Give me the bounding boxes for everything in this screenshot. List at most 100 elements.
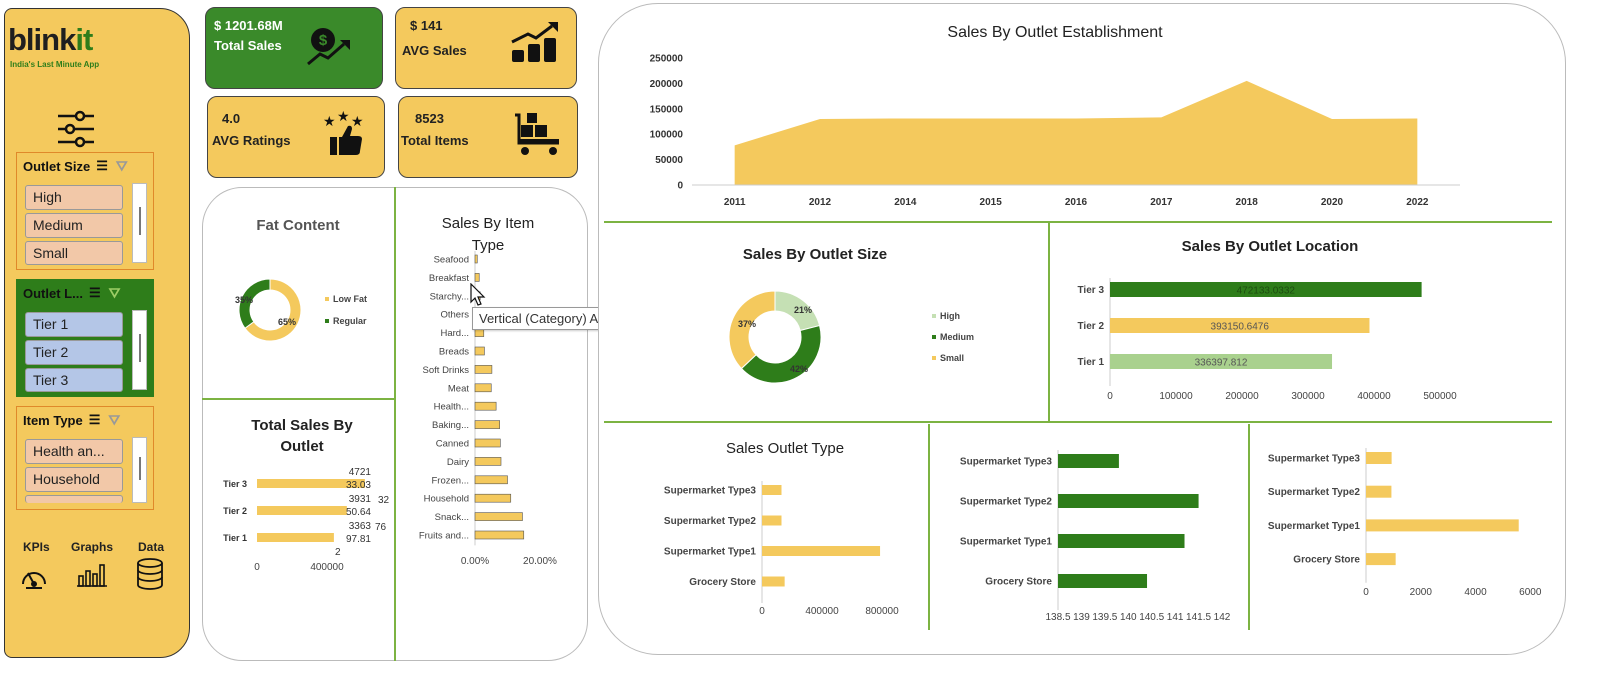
category-label: Grocery Store (1293, 555, 1360, 566)
category-label: Grocery Store (985, 577, 1052, 588)
slicer-item-partial[interactable] (25, 495, 123, 503)
slice-label: 65% (278, 317, 296, 327)
outlet-type-sales-chart[interactable]: Supermarket Type3 Supermarket Type2 Superm… (610, 474, 922, 624)
category-label: Starchy... (430, 291, 469, 302)
legend-marker (932, 356, 936, 360)
kpi-avg-sales: $ 141 AVG Sales (395, 7, 577, 89)
area-series (734, 80, 1418, 185)
bar (762, 485, 782, 495)
tick-label: 400000 (310, 562, 344, 573)
bar (474, 346, 485, 356)
outlet-type-count-chart[interactable]: Supermarket Type3 Supermarket Type2 Superm… (1254, 442, 1554, 602)
fat-content-chart[interactable]: 65% Low Fat 35% Regular (225, 270, 385, 350)
bar (1058, 454, 1119, 468)
bar (474, 512, 523, 521)
panel-divider (202, 398, 394, 400)
tick-label: 2018 (1236, 197, 1259, 208)
bar-chart-icon[interactable] (76, 562, 108, 593)
bar (474, 365, 493, 374)
category-label: Tier 3 (1078, 285, 1105, 296)
multi-select-icon[interactable]: ☰ (89, 285, 101, 301)
establishment-chart[interactable]: 0 50000 100000 150000 200000 250000 2011 2012 20… (640, 48, 1480, 218)
bar-growth-icon (510, 20, 560, 69)
bar (474, 401, 497, 411)
bar (474, 493, 512, 503)
tick-label: 0 (759, 606, 765, 617)
database-icon[interactable] (136, 558, 164, 595)
tick-label: 142 (1214, 612, 1231, 623)
nav-data-label: Data (138, 540, 165, 554)
category-label: Supermarket Type1 (664, 547, 757, 558)
tick-label: 0 (1107, 391, 1113, 402)
category-label: Meat (448, 383, 469, 394)
filter-settings-icon[interactable] (58, 110, 94, 153)
slicer-scrollbar[interactable] (132, 437, 147, 503)
tick-label: 2014 (894, 197, 917, 208)
bar (257, 533, 334, 542)
slicer-outlet-size: Outlet Size ☰ ⛛ High Medium Small (16, 152, 154, 270)
slicer-item-tier-1[interactable]: Tier 1 (25, 312, 123, 337)
outlet-size-chart[interactable]: 21% High 42% Medium 37% Small (720, 282, 1000, 392)
tick-label: 0.00% (461, 556, 489, 567)
item-type-chart[interactable]: Seafood Breakfast Starchy... Others Hard... B… (398, 250, 586, 570)
bar (1366, 452, 1392, 464)
bar (474, 530, 525, 540)
chart-title-establishment: Sales By Outlet Establishment (947, 24, 1163, 41)
slicer-scrollbar[interactable] (132, 310, 147, 390)
outlet-type-green-chart[interactable]: Supermarket Type3 Supermarket Type2 Superm… (934, 442, 1246, 628)
data-label: 76 (375, 522, 387, 533)
data-label: 32 (378, 495, 390, 506)
legend-label: Small (940, 353, 964, 363)
kpi-value: $ 141 (410, 18, 443, 33)
clear-filter-icon[interactable]: ⛛ (109, 285, 121, 302)
category-label: Supermarket Type3 (960, 457, 1053, 468)
tick-label: 100000 (1159, 391, 1193, 402)
slicer-scrollbar[interactable] (132, 183, 147, 263)
slicer-item-medium[interactable]: Medium (25, 213, 123, 238)
kpi-total-sales: $ 1201.68M Total Sales $ (205, 7, 383, 89)
slicer-item-small[interactable]: Small (25, 241, 123, 265)
slicer-title: Item Type (23, 412, 83, 428)
legend-label: High (940, 311, 960, 321)
category-label: Supermarket Type2 (664, 516, 757, 527)
slicer-item-type: Item Type ☰ ⛛ Health an... Household (16, 406, 154, 510)
tick-label: 140.5 (1139, 612, 1164, 623)
total-by-outlet-chart[interactable]: Tier 3 4721 33.03 Tier 2 3931 50.64 Tier 1 3363… (205, 460, 393, 580)
multi-select-icon[interactable]: ☰ (89, 412, 101, 428)
category-label: Dairy (447, 457, 469, 468)
bar (762, 546, 881, 556)
data-label: 393150.6476 (1211, 322, 1270, 333)
svg-text:★: ★ (337, 111, 350, 124)
outlet-location-chart[interactable]: Tier 3 Tier 2 Tier 1 0 100000 200000 300000 400… (1060, 272, 1460, 412)
category-label: Tier 1 (223, 533, 247, 543)
category-label: Supermarket Type1 (1268, 521, 1361, 532)
slicer-item-household[interactable]: Household (25, 467, 123, 492)
bar (1058, 574, 1148, 588)
slicer-item-tier-2[interactable]: Tier 2 (25, 340, 123, 365)
chart-title-outlet-size: Sales By Outlet Size (742, 246, 888, 263)
slicer-item-health[interactable]: Health an... (25, 439, 123, 464)
tick-label: 150000 (650, 104, 684, 115)
clear-filter-icon[interactable]: ⛛ (108, 412, 120, 429)
tick-label: 2016 (1065, 197, 1088, 208)
tick-label: 2020 (1321, 197, 1344, 208)
slicer-item-high[interactable]: High (25, 185, 123, 210)
tick-label: 250000 (650, 54, 684, 65)
tick-label: 400000 (805, 606, 839, 617)
panel-divider (1048, 222, 1050, 422)
clear-filter-icon[interactable]: ⛛ (116, 158, 128, 175)
data-label: 50.64 (346, 507, 371, 518)
svg-text:$: $ (319, 32, 328, 49)
brand-tagline: India's Last Minute App (10, 60, 100, 69)
chart-title-fat: Fat Content (256, 217, 340, 234)
multi-select-icon[interactable]: ☰ (96, 158, 108, 174)
tick-label: 2000 (1410, 587, 1433, 598)
chart-title-outlet-location: Sales By Outlet Location (1181, 238, 1359, 255)
kpi-label: AVG Ratings (212, 133, 291, 148)
brand-logo: blinkit (8, 22, 93, 57)
slicer-item-tier-3[interactable]: Tier 3 (25, 368, 123, 392)
kpi-value: 4.0 (222, 111, 241, 126)
category-label: Breads (439, 347, 469, 358)
gauge-icon[interactable] (20, 562, 48, 595)
category-label: Baking... (432, 420, 469, 431)
